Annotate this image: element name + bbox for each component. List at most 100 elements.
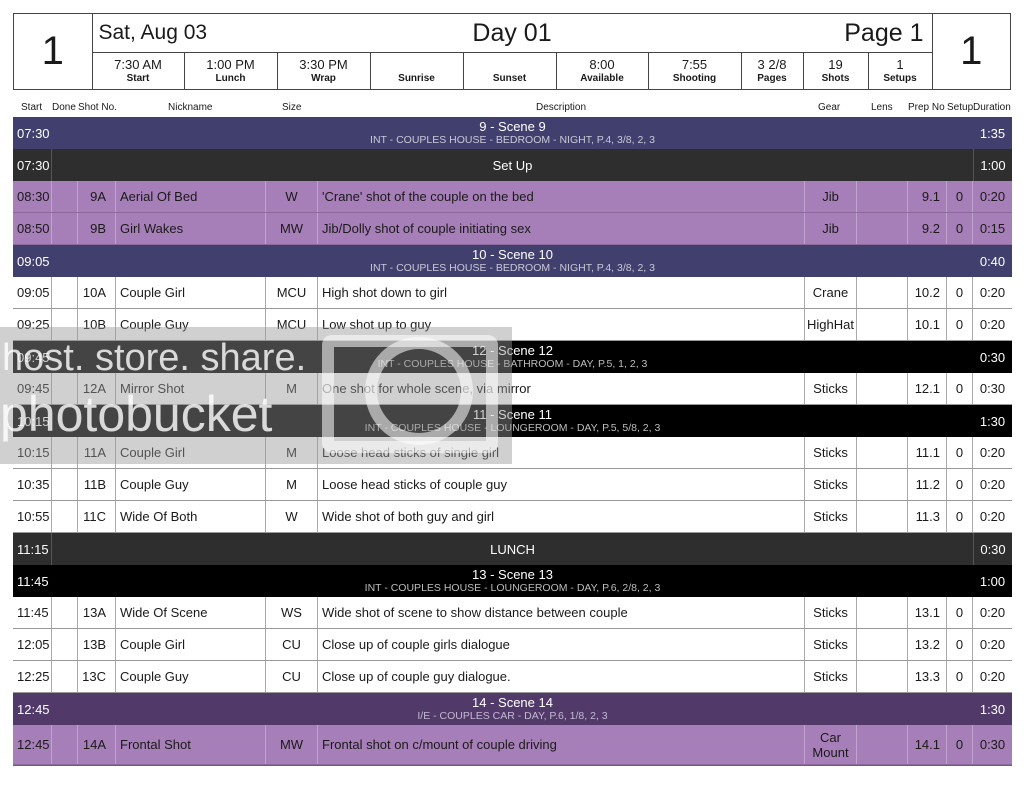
scene-heading: 10 - Scene 10 INT - COUPLES HOUSE - BEDRO… xyxy=(52,245,973,277)
setup-count: 0 xyxy=(947,661,973,692)
shot-description: 'Crane' shot of the couple on the bed xyxy=(318,181,805,212)
shot-nickname: Couple Guy xyxy=(116,469,266,500)
scene-header-row[interactable]: 09:45 12 - Scene 12 INT - COUPLES HOUSE - … xyxy=(13,341,1012,373)
shot-row[interactable]: 12:05 13B Couple Girl CU Close up of couple … xyxy=(13,629,1012,661)
banner-start-time: 11:15 xyxy=(13,533,52,565)
stat-shots: 19 Shots xyxy=(804,53,869,89)
scene-title: 12 - Scene 12 xyxy=(472,343,553,358)
right-day-number: 1 xyxy=(931,14,1011,89)
shot-row[interactable]: 10:15 11A Couple Girl M Loose head sticks of… xyxy=(13,437,1012,469)
setup-count: 0 xyxy=(947,725,973,764)
shot-gear: Sticks xyxy=(805,469,857,500)
col-size: Size xyxy=(282,102,302,113)
shot-lens xyxy=(857,181,908,212)
prep-number: 11.2 xyxy=(908,469,947,500)
scene-header-row[interactable]: 12:45 14 - Scene 14 I/E - COUPLES CAR - DA… xyxy=(13,693,1012,725)
banner-title: LUNCH xyxy=(490,541,535,557)
done-checkbox[interactable] xyxy=(52,309,78,340)
prep-number: 12.1 xyxy=(908,373,947,404)
shot-row[interactable]: 12:25 13C Couple Guy CU Close up of couple g… xyxy=(13,661,1012,693)
scene-header-row[interactable]: 09:05 10 - Scene 10 INT - COUPLES HOUSE - … xyxy=(13,245,1012,277)
done-checkbox[interactable] xyxy=(52,437,78,468)
shot-row[interactable]: 11:45 13A Wide Of Scene WS Wide shot of scen… xyxy=(13,597,1012,629)
scene-heading: 12 - Scene 12 INT - COUPLES HOUSE - BATHR… xyxy=(52,341,973,373)
scene-header-row[interactable]: 10:15 11 - Scene 11 INT - COUPLES HOUSE - … xyxy=(13,405,1012,437)
shot-size: WS xyxy=(266,597,318,628)
stat-label: Wrap xyxy=(311,73,336,84)
done-checkbox[interactable] xyxy=(52,629,78,660)
stat-setups: 1 Setups xyxy=(869,53,932,89)
scene-header-row[interactable]: 07:30 9 - Scene 9 INT - COUPLES HOUSE - BE… xyxy=(13,117,1012,149)
shot-row[interactable]: 09:05 10A Couple Girl MCU High shot down to … xyxy=(13,277,1012,309)
header-center: Sat, Aug 03 Day 01 Page 1 7:30 AM Start 1:… xyxy=(92,14,932,89)
banner-row-lunch[interactable]: 11:15 LUNCH 0:30 xyxy=(13,533,1012,565)
shot-gear: Sticks xyxy=(805,629,857,660)
stat-value: 1:00 PM xyxy=(206,57,255,72)
shot-size: M xyxy=(266,469,318,500)
prep-number: 13.2 xyxy=(908,629,947,660)
stat-value: 3:30 PM xyxy=(299,57,348,72)
scene-header-row[interactable]: 11:45 13 - Scene 13 INT - COUPLES HOUSE - … xyxy=(13,565,1012,597)
shot-row[interactable]: 09:45 12A Mirror Shot M One shot for whole s… xyxy=(13,373,1012,405)
setup-count: 0 xyxy=(947,309,973,340)
page-number: Page 1 xyxy=(844,18,924,47)
done-checkbox[interactable] xyxy=(52,213,78,244)
scene-start-time: 10:15 xyxy=(17,413,50,429)
done-checkbox[interactable] xyxy=(52,661,78,692)
prep-number: 14.1 xyxy=(908,725,947,764)
stat-wrap: 3:30 PM Wrap xyxy=(278,53,371,89)
shot-number: 12A xyxy=(78,373,116,404)
scene-slugline: INT - COUPLES HOUSE - LOUNGEROOM - DAY, … xyxy=(364,422,661,434)
shot-duration: 0:20 xyxy=(979,477,1006,492)
stat-value: 19 xyxy=(828,57,843,72)
shot-size: MW xyxy=(266,213,318,244)
shot-description: Low shot up to guy xyxy=(318,309,805,340)
shot-size: CU xyxy=(266,661,318,692)
shot-gear: Car Mount xyxy=(805,725,857,764)
setup-count: 0 xyxy=(947,501,973,532)
shot-row[interactable]: 10:35 11B Couple Guy M Loose head sticks of … xyxy=(13,469,1012,501)
shot-description: Loose head sticks of single girl xyxy=(318,437,805,468)
shot-start-time: 10:15 xyxy=(13,437,52,468)
stat-label: Start xyxy=(126,73,150,84)
shot-row[interactable]: 08:30 9A Aerial Of Bed W 'Crane' shot of the… xyxy=(13,181,1012,213)
shot-lens xyxy=(857,629,908,660)
shot-size: MCU xyxy=(266,277,318,308)
stat-value: 7:30 AM xyxy=(114,57,162,72)
done-checkbox[interactable] xyxy=(52,181,78,212)
done-checkbox[interactable] xyxy=(52,277,78,308)
day-title: Day 01 xyxy=(472,18,552,47)
shot-number: 10A xyxy=(78,277,116,308)
stat-sunset: Sunset xyxy=(464,53,557,89)
stat-label: Lunch xyxy=(215,73,246,84)
done-checkbox[interactable] xyxy=(52,597,78,628)
scene-title: 9 - Scene 9 xyxy=(479,119,546,134)
scene-duration: 1:30 xyxy=(979,701,1006,717)
shot-description: Loose head sticks of couple guy xyxy=(318,469,805,500)
shot-row[interactable]: 10:55 11C Wide Of Both W Wide shot of both g… xyxy=(13,501,1012,533)
shot-number: 11A xyxy=(78,437,116,468)
banner-row-set-up[interactable]: 07:30 Set Up 1:00 xyxy=(13,149,1012,181)
shot-lens xyxy=(857,725,908,764)
done-checkbox[interactable] xyxy=(52,469,78,500)
shot-start-time: 12:45 xyxy=(13,725,52,764)
shot-row[interactable]: 12:45 14A Frontal Shot MW Frontal shot on c/… xyxy=(13,725,1012,765)
shot-lens xyxy=(857,437,908,468)
done-checkbox[interactable] xyxy=(52,725,78,764)
shot-start-time: 11:45 xyxy=(13,597,52,628)
shot-gear: Sticks xyxy=(805,437,857,468)
banner-title: Set Up xyxy=(492,157,533,173)
done-checkbox[interactable] xyxy=(52,373,78,404)
shot-description: Frontal shot on c/mount of couple drivin… xyxy=(318,725,805,764)
shot-number: 11C xyxy=(78,501,116,532)
shot-size: M xyxy=(266,373,318,404)
shot-gear: Sticks xyxy=(805,501,857,532)
shot-nickname: Frontal Shot xyxy=(116,725,266,764)
shot-duration: 0:20 xyxy=(979,509,1006,524)
shot-row[interactable]: 09:25 10B Couple Guy MCU Low shot up to guy H… xyxy=(13,309,1012,341)
shot-lens xyxy=(857,373,908,404)
shot-lens xyxy=(857,309,908,340)
day-header: 1 Sat, Aug 03 Day 01 Page 1 7:30 AM Start… xyxy=(13,13,1011,90)
done-checkbox[interactable] xyxy=(52,501,78,532)
shot-row[interactable]: 08:50 9B Girl Wakes MW Jib/Dolly shot of cou… xyxy=(13,213,1012,245)
